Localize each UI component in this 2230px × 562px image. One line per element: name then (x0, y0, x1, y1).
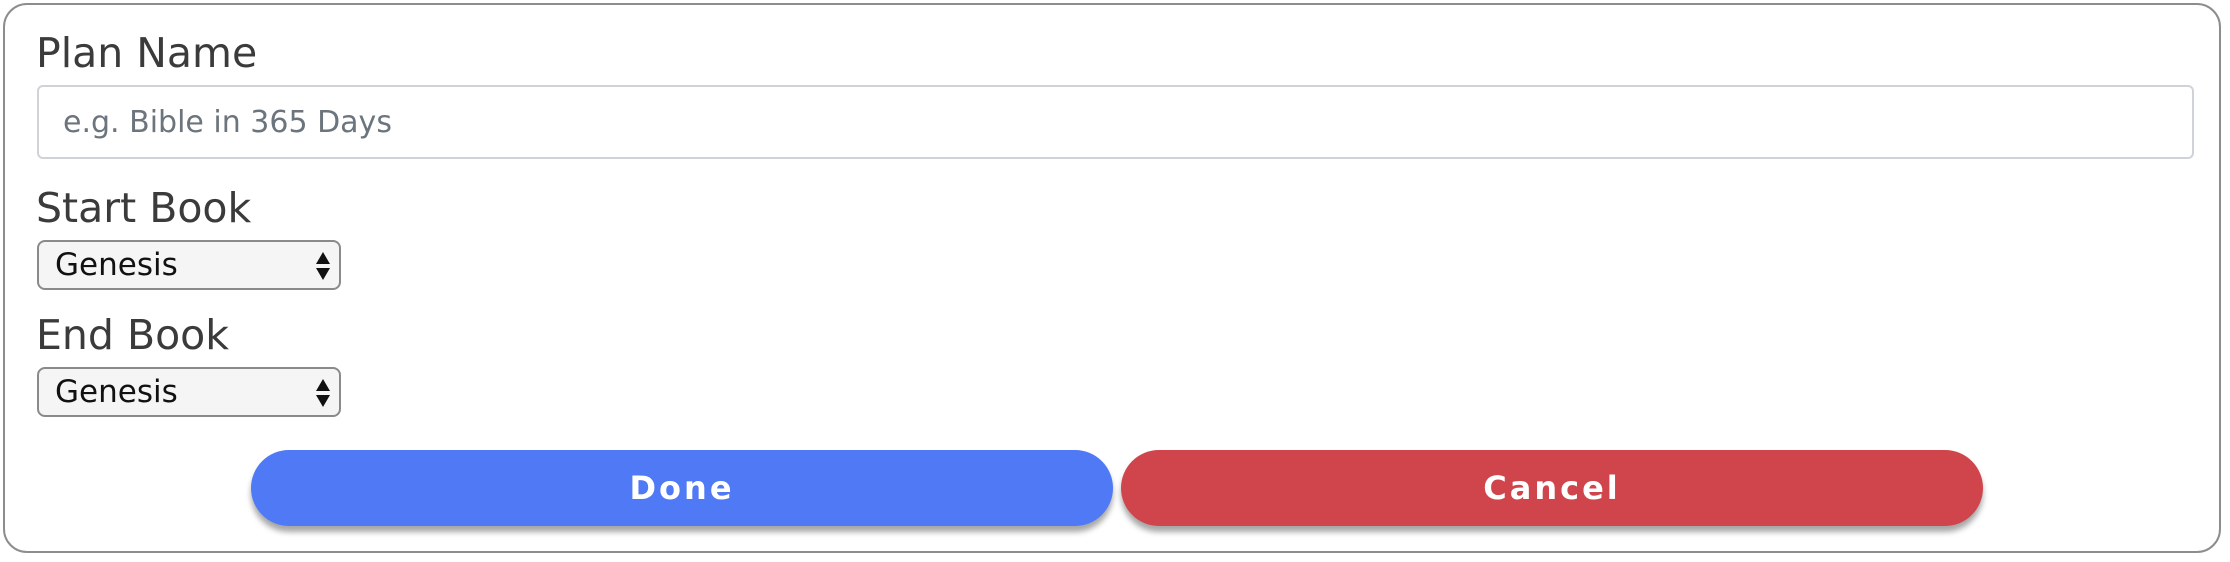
end-book-select[interactable]: Genesis (37, 367, 341, 417)
plan-name-label: Plan Name (36, 29, 258, 77)
end-book-label: End Book (36, 311, 229, 359)
start-book-label: Start Book (36, 184, 252, 232)
cancel-button[interactable]: Cancel (1121, 450, 1983, 526)
plan-form-card: Plan Name Start Book Genesis End Book Ge… (3, 3, 2221, 553)
done-button-label: Done (629, 469, 735, 507)
done-button[interactable]: Done (251, 450, 1113, 526)
start-book-value: Genesis (55, 247, 178, 283)
end-book-value: Genesis (55, 374, 178, 410)
up-down-arrows-icon (316, 379, 330, 407)
up-down-arrows-icon (316, 252, 330, 280)
cancel-button-label: Cancel (1483, 469, 1621, 507)
start-book-select[interactable]: Genesis (37, 240, 341, 290)
plan-name-input[interactable] (37, 85, 2194, 159)
